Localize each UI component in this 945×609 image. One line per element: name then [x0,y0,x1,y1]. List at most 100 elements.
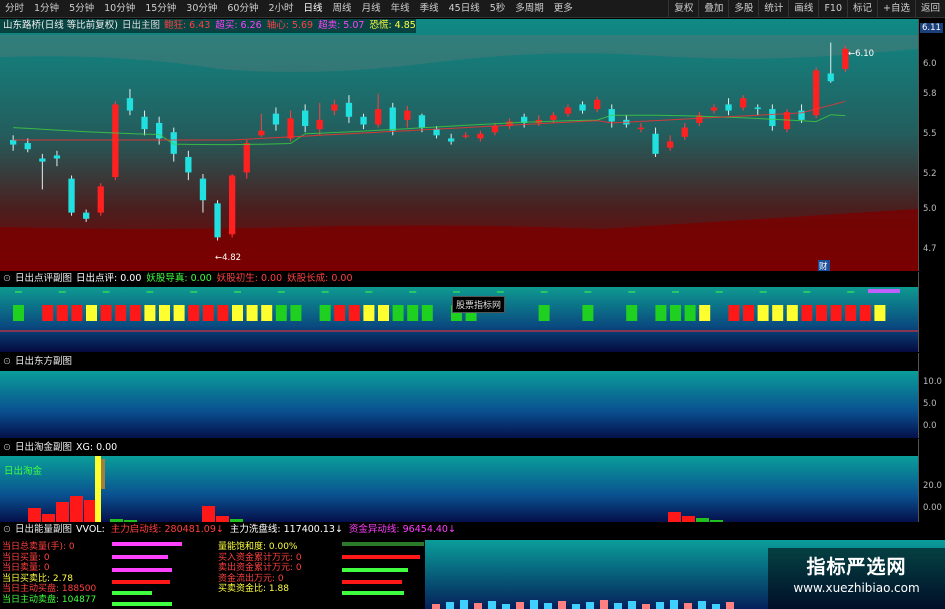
energy-stat-bar [112,568,172,572]
period-tab-1[interactable]: 1分钟 [29,0,64,18]
rating-block [290,305,302,321]
rating-top-marker [868,289,900,293]
east-axis-label: 5.0 [923,399,937,409]
east-axis: 10.0 5.0 0.0 [918,353,945,438]
rating-block [874,305,886,321]
candle-body [667,141,674,148]
candle-body [331,104,338,111]
toolbar-button-8[interactable]: 返回 [914,0,945,18]
period-tab-0[interactable]: 分时 [0,0,29,18]
candle-body [53,155,61,159]
east-axis-label: 0.0 [923,421,937,431]
east-axis-label: 10.0 [923,377,942,387]
east-header-bg [0,353,918,371]
period-tab-14[interactable]: 5秒 [485,0,511,18]
period-tab-11[interactable]: 年线 [386,0,415,18]
candle-body [375,109,382,125]
toolbar-button-5[interactable]: F10 [818,0,847,18]
rating-subchart-panel[interactable]: ⊙ 日出点评副图 日出点评: 0.00 妖股导真: 0.00 妖股初生: 0.00 妖… [0,272,918,352]
period-tab-6[interactable]: 60分钟 [222,0,263,18]
subchart-settings-icon[interactable]: ⊙ [3,272,11,286]
period-tab-13[interactable]: 45日线 [444,0,485,18]
rating-block [246,305,258,321]
main-field-0: 鲍狂: 6.43 [163,20,211,31]
main-field-2: 轴心: 5.69 [266,20,314,31]
subchart-settings-icon[interactable]: ⊙ [3,523,11,537]
east-subchart-title: ⊙ 日出东方副图 [0,355,72,369]
candle-body [345,102,353,117]
price-axis-label: 6.11 [920,23,943,33]
east-subchart-name: 日出东方副图 [14,356,72,367]
toolbar-button-4[interactable]: 画线 [788,0,818,18]
period-tab-4[interactable]: 15分钟 [140,0,181,18]
energy-small-bar [432,604,440,609]
rating-field-1: 妖股导真: 0.00 [146,273,212,284]
main-field-4: 恐慌: 4.85 [369,20,416,31]
toolbar-button-0[interactable]: 复权 [668,0,698,18]
rating-block [845,305,857,321]
east-subchart-panel[interactable]: ⊙ 日出东方副图 [0,353,918,438]
candle-body [10,139,17,145]
candle-body [710,107,718,111]
energy-left-stat-2: 当日卖量: 0 [2,563,50,573]
rating-block [363,305,375,321]
subchart-settings-icon[interactable]: ⊙ [3,441,11,455]
energy-small-bar [586,602,594,609]
energy-left-stat-0: 当日总卖量(手): 0 [2,542,75,552]
period-tab-9[interactable]: 周线 [328,0,357,18]
candle-body [185,156,192,173]
period-tab-3[interactable]: 10分钟 [99,0,140,18]
candle-body [302,110,309,127]
rating-field-0: 日出点评: 0.00 [75,273,142,284]
candle-body [287,118,294,139]
gold-subchart-panel[interactable]: ⊙ 日出淘金副图 XG: 0.00 日出淘金 [0,439,918,522]
stock-name: 山东路桥(日线 等比前复权) [3,20,118,31]
candle-body [433,129,440,136]
rating-block [801,305,813,321]
period-tab-7[interactable]: 2小时 [263,0,298,18]
period-tab-12[interactable]: 季线 [415,0,444,18]
period-toolbar: 分时 1分钟 5分钟 10分钟 15分钟 30分钟 60分钟 2小时 日线 周线 月线 年线 季线 45日… [0,0,945,18]
toolbar-button-1[interactable]: 叠加 [698,0,728,18]
candle-body [740,98,747,108]
gold-header-bg [0,439,918,456]
candle-body [594,99,601,110]
candle-body [83,212,90,219]
rating-block [626,305,638,321]
rating-subchart-title: ⊙ 日出点评副图 日出点评: 0.00 妖股导真: 0.00 妖股初生: 0.00 妖… [0,272,352,286]
period-tab-10[interactable]: 月线 [357,0,386,18]
candle-body [389,107,396,131]
candlestick-chart: ←6.10 ←4.82 财 [0,19,918,271]
energy-mid-stat-1: 买入资金累计万元: 0 [218,552,302,563]
energy-small-bar [446,602,454,609]
toolbar-button-7[interactable]: +自选 [877,0,915,18]
rating-block [582,305,594,321]
main-chart-panel[interactable]: 山东路桥(日线 等比前复权) 日出主图 鲍狂: 6.43 超买: 6.26 轴心: … [0,19,918,271]
gold-bar-chart [0,439,918,522]
toolbar-button-6[interactable]: 标记 [847,0,877,18]
gold-bar [124,520,137,522]
gold-bar [230,519,243,522]
toolbar-button-2[interactable]: 多股 [728,0,758,18]
rating-axis [918,272,945,352]
candle-body [126,98,134,111]
rating-block [202,305,214,321]
period-tab-2[interactable]: 5分钟 [64,0,99,18]
energy-subchart-name: 日出能量副图 [14,524,72,535]
subchart-settings-icon[interactable]: ⊙ [3,355,11,369]
toolbar-button-3[interactable]: 统计 [758,0,788,18]
period-tab-8[interactable]: 日线 [299,0,328,18]
rating-block [859,305,871,321]
period-tab-5[interactable]: 30分钟 [181,0,222,18]
rating-block [217,305,229,321]
gold-label: 日出淘金 [4,466,43,477]
gold-bar [216,516,229,522]
period-tab-15[interactable]: 多周期 [510,0,549,18]
energy-small-bar [544,603,552,609]
gold-background [0,456,918,522]
candle-body [564,107,572,114]
energy-small-bar [460,600,468,609]
energy-stat-bar [342,555,420,559]
period-tab-16[interactable]: 更多 [549,0,578,18]
energy-stat-bar [112,602,172,606]
